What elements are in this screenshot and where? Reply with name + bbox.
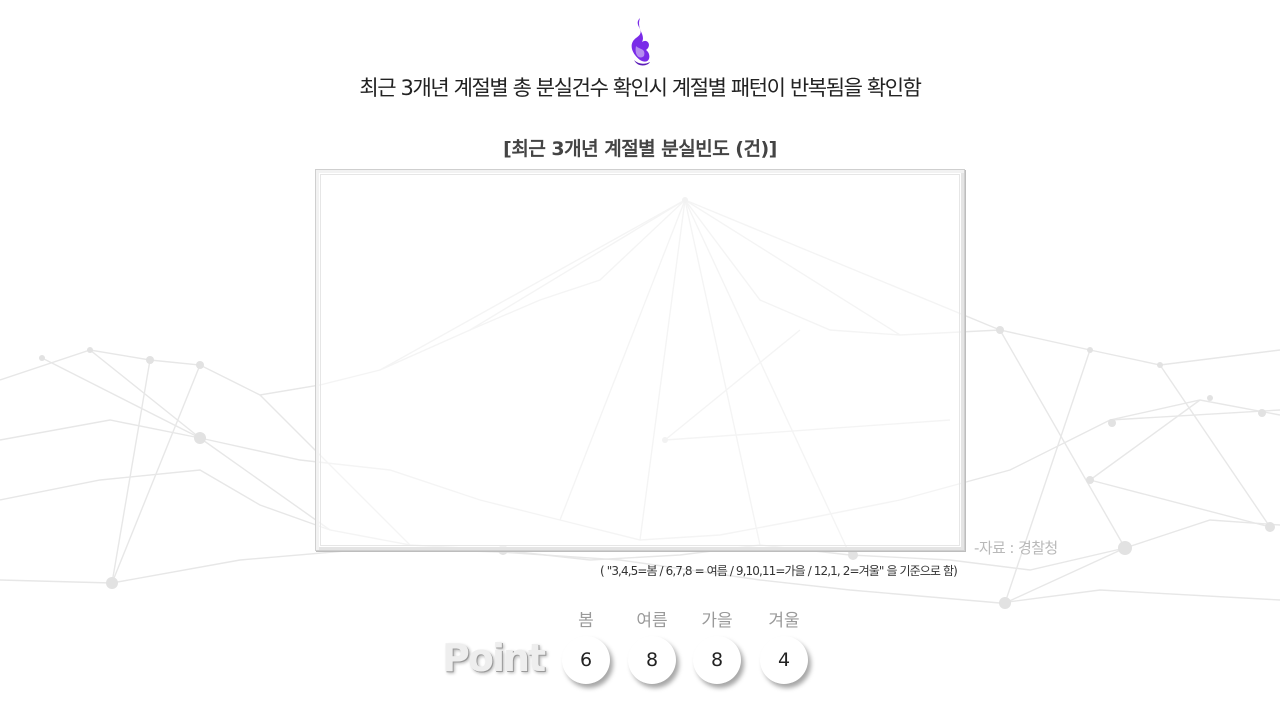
point-value-summer: 8 (628, 636, 676, 684)
point-label: Point (442, 636, 546, 680)
point-value-autumn: 8 (693, 636, 741, 684)
page-headline: 최근 3개년 계절별 총 분실건수 확인시 계절별 패턴이 반복됨을 확인함 (359, 76, 922, 100)
season-criteria-note: ( "3,4,5=봄 / 6,7,8 = 여름 / 9,10,11=가을 / 1… (600, 564, 958, 578)
season-label-winter: 겨울 (768, 611, 800, 631)
flame-logo-icon (631, 18, 650, 66)
point-value-spring: 6 (562, 636, 610, 684)
season-label-summer: 여름 (636, 611, 668, 631)
point-value-winter: 4 (760, 636, 808, 684)
season-label-spring: 봄 (578, 611, 594, 631)
season-label-autumn: 가을 (701, 611, 733, 631)
chart-inner-border (320, 174, 960, 546)
chart-placeholder (315, 169, 965, 551)
chart-title: [최근 3개년 계절별 분실빈도 (건)] (503, 138, 777, 160)
data-source: -자료 : 경찰청 (974, 539, 1058, 557)
